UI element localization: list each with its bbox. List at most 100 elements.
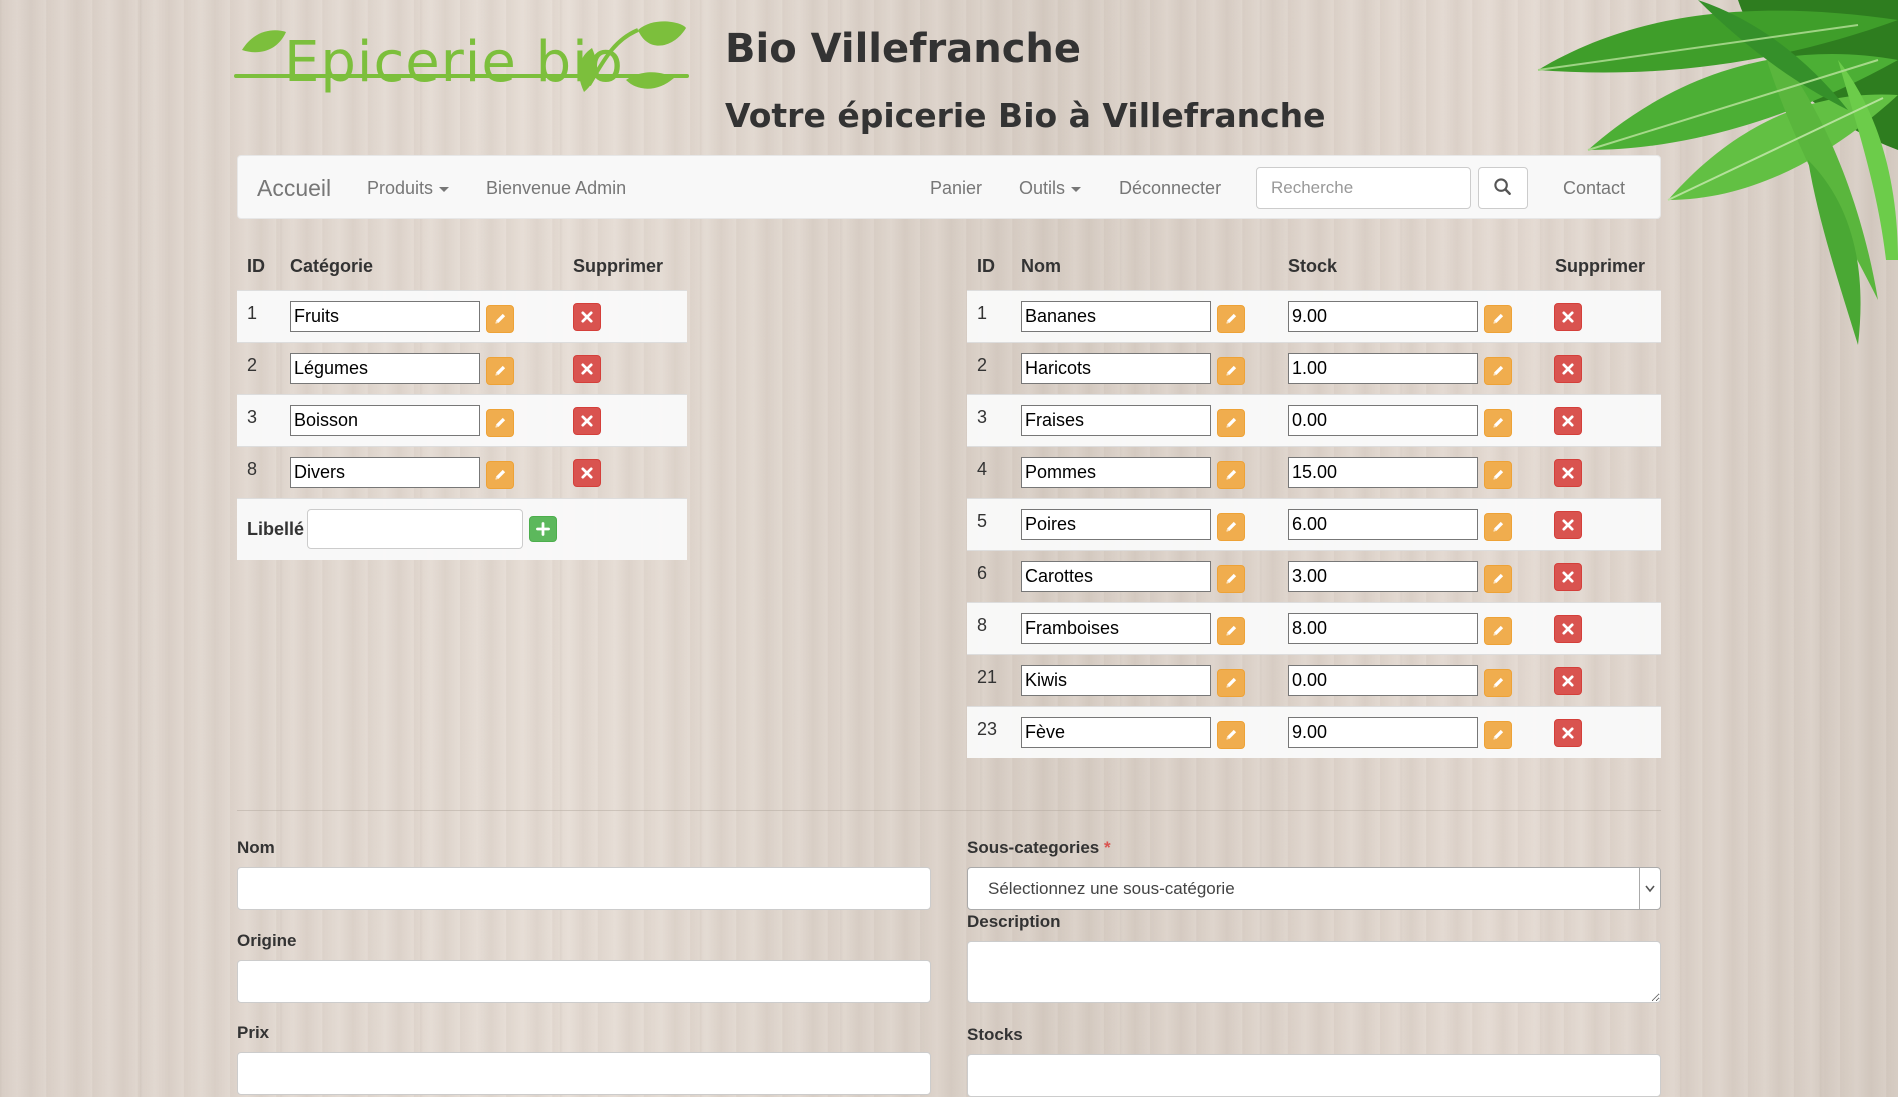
delete-button[interactable] bbox=[1554, 615, 1582, 643]
origine-input[interactable] bbox=[237, 960, 931, 1003]
edit-name-button[interactable] bbox=[1217, 669, 1245, 697]
edit-button[interactable] bbox=[486, 409, 514, 437]
product-stock-input[interactable] bbox=[1288, 613, 1478, 644]
product-name-input[interactable] bbox=[1021, 405, 1211, 436]
edit-button[interactable] bbox=[486, 357, 514, 385]
description-textarea[interactable] bbox=[967, 941, 1661, 1003]
row-id: 8 bbox=[247, 459, 258, 479]
product-name-input[interactable] bbox=[1021, 457, 1211, 488]
pencil-icon bbox=[1226, 365, 1237, 376]
site-logo[interactable]: Epicerie bio bbox=[234, 20, 694, 120]
categories-table: ID Catégorie Supprimer 1 2 3 8 Libellé bbox=[237, 236, 687, 566]
edit-stock-button[interactable] bbox=[1484, 461, 1512, 489]
edit-stock-button[interactable] bbox=[1484, 617, 1512, 645]
delete-button[interactable] bbox=[573, 303, 601, 331]
delete-button[interactable] bbox=[1554, 303, 1582, 331]
edit-stock-button[interactable] bbox=[1484, 305, 1512, 333]
pencil-icon bbox=[1493, 729, 1504, 740]
category-name-input[interactable] bbox=[290, 457, 480, 488]
edit-button[interactable] bbox=[486, 461, 514, 489]
edit-name-button[interactable] bbox=[1217, 721, 1245, 749]
delete-button[interactable] bbox=[573, 407, 601, 435]
pencil-icon bbox=[1493, 469, 1504, 480]
search-button[interactable] bbox=[1478, 167, 1528, 209]
edit-name-button[interactable] bbox=[1217, 617, 1245, 645]
remove-icon bbox=[1562, 467, 1574, 479]
delete-button[interactable] bbox=[1554, 459, 1582, 487]
edit-name-button[interactable] bbox=[1217, 565, 1245, 593]
product-name-input[interactable] bbox=[1021, 301, 1211, 332]
row-id: 3 bbox=[247, 407, 258, 427]
product-stock-input[interactable] bbox=[1288, 457, 1478, 488]
pencil-icon bbox=[495, 313, 506, 324]
site-title: Bio Villefranche bbox=[725, 26, 1082, 72]
product-stock-input[interactable] bbox=[1288, 301, 1478, 332]
edit-stock-button[interactable] bbox=[1484, 669, 1512, 697]
table-row: 8 bbox=[237, 446, 687, 498]
nav-welcome[interactable]: Bienvenue Admin bbox=[486, 156, 626, 220]
product-name-input[interactable] bbox=[1021, 509, 1211, 540]
product-name-input[interactable] bbox=[1021, 665, 1211, 696]
edit-name-button[interactable] bbox=[1217, 409, 1245, 437]
product-stock-input[interactable] bbox=[1288, 353, 1478, 384]
table-row: 3 bbox=[237, 394, 687, 446]
table-row: 5 bbox=[967, 498, 1661, 550]
product-name-input[interactable] bbox=[1021, 561, 1211, 592]
pencil-icon bbox=[1493, 521, 1504, 532]
nav-brand-accueil[interactable]: Accueil bbox=[257, 156, 331, 220]
col-header-supprimer: Supprimer bbox=[1555, 256, 1646, 276]
remove-icon bbox=[1562, 571, 1574, 583]
delete-button[interactable] bbox=[1554, 563, 1582, 591]
add-category-button[interactable] bbox=[529, 516, 557, 542]
product-name-input[interactable] bbox=[1021, 353, 1211, 384]
edit-stock-button[interactable] bbox=[1484, 409, 1512, 437]
edit-name-button[interactable] bbox=[1217, 357, 1245, 385]
edit-stock-button[interactable] bbox=[1484, 721, 1512, 749]
category-name-input[interactable] bbox=[290, 301, 480, 332]
delete-button[interactable] bbox=[1554, 355, 1582, 383]
product-stock-input[interactable] bbox=[1288, 561, 1478, 592]
nav-outils-label: Outils bbox=[1019, 178, 1066, 198]
edit-stock-button[interactable] bbox=[1484, 513, 1512, 541]
souscat-label-text: Sous-categories bbox=[967, 838, 1100, 857]
nav-contact[interactable]: Contact bbox=[1563, 156, 1625, 220]
nav-panier[interactable]: Panier bbox=[930, 156, 982, 220]
product-name-input[interactable] bbox=[1021, 613, 1211, 644]
souscat-select[interactable]: Sélectionnez une sous-catégorie bbox=[967, 867, 1661, 910]
delete-button[interactable] bbox=[573, 459, 601, 487]
nav-deconnecter[interactable]: Déconnecter bbox=[1119, 156, 1221, 220]
libelle-input[interactable] bbox=[307, 509, 523, 549]
remove-icon bbox=[1562, 727, 1574, 739]
chevron-down-icon bbox=[1639, 868, 1660, 909]
prix-input[interactable] bbox=[237, 1052, 931, 1095]
remove-icon bbox=[581, 467, 593, 479]
delete-button[interactable] bbox=[1554, 719, 1582, 747]
edit-name-button[interactable] bbox=[1217, 461, 1245, 489]
delete-button[interactable] bbox=[1554, 407, 1582, 435]
category-name-input[interactable] bbox=[290, 405, 480, 436]
pencil-icon bbox=[1493, 365, 1504, 376]
row-id: 2 bbox=[977, 355, 988, 375]
nom-input[interactable] bbox=[237, 867, 931, 910]
category-name-input[interactable] bbox=[290, 353, 480, 384]
delete-button[interactable] bbox=[1554, 667, 1582, 695]
edit-name-button[interactable] bbox=[1217, 305, 1245, 333]
search-input[interactable] bbox=[1256, 167, 1471, 209]
product-stock-input[interactable] bbox=[1288, 405, 1478, 436]
product-stock-input[interactable] bbox=[1288, 717, 1478, 748]
stocks-label: Stocks bbox=[967, 1025, 1023, 1044]
delete-button[interactable] bbox=[573, 355, 601, 383]
product-stock-input[interactable] bbox=[1288, 665, 1478, 696]
stocks-input[interactable] bbox=[967, 1054, 1661, 1097]
nav-produits-dropdown[interactable]: Produits bbox=[367, 156, 450, 220]
edit-stock-button[interactable] bbox=[1484, 357, 1512, 385]
product-stock-input[interactable] bbox=[1288, 509, 1478, 540]
product-name-input[interactable] bbox=[1021, 717, 1211, 748]
pencil-icon bbox=[1493, 677, 1504, 688]
edit-name-button[interactable] bbox=[1217, 513, 1245, 541]
edit-button[interactable] bbox=[486, 305, 514, 333]
delete-button[interactable] bbox=[1554, 511, 1582, 539]
row-id: 5 bbox=[977, 511, 988, 531]
nav-outils-dropdown[interactable]: Outils bbox=[1019, 156, 1082, 220]
edit-stock-button[interactable] bbox=[1484, 565, 1512, 593]
